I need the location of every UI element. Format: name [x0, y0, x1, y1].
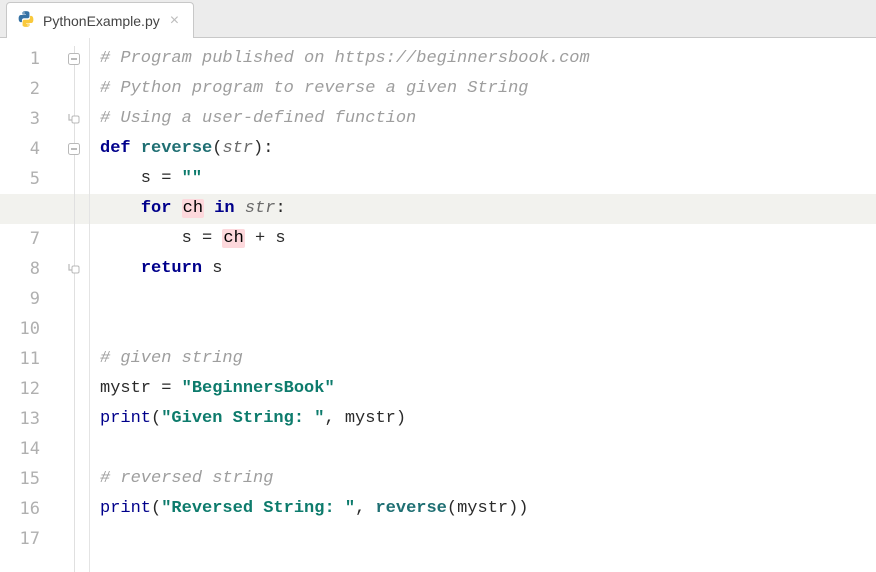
line-number: 12 [0, 374, 50, 404]
line-number: 3 [0, 104, 50, 134]
code-token: ( [151, 409, 161, 428]
code-token: ch [182, 199, 204, 218]
fold-toggle-icon[interactable] [67, 112, 81, 126]
code-line[interactable] [90, 314, 876, 344]
code-token: # Using a user-defined function [100, 109, 416, 128]
code-token: s = [100, 229, 222, 248]
code-token: "BeginnersBook" [182, 379, 335, 398]
code-token: , [355, 499, 375, 518]
code-token: for [141, 199, 182, 218]
code-token: ch [222, 229, 244, 248]
code-line[interactable] [90, 284, 876, 314]
fold-toggle-icon[interactable] [67, 52, 81, 66]
line-number: 2 [0, 74, 50, 104]
line-number: 1 [0, 44, 50, 74]
line-number: 16 [0, 494, 50, 524]
code-token [204, 199, 214, 218]
tab-bar: PythonExample.py × [0, 0, 876, 38]
fold-gutter [50, 38, 90, 572]
line-number: 5 [0, 164, 50, 194]
code-token: reverse [375, 499, 446, 518]
line-number: 4 [0, 134, 50, 164]
tab-filename: PythonExample.py [43, 13, 160, 29]
code-line[interactable]: s = ch + s [90, 224, 876, 254]
line-number: 10 [0, 314, 50, 344]
code-line[interactable]: # reversed string [90, 464, 876, 494]
code-line[interactable]: # given string [90, 344, 876, 374]
code-token: # given string [100, 349, 243, 368]
line-number: 11 [0, 344, 50, 374]
code-token: # Program published on https://beginners… [100, 49, 590, 68]
code-line[interactable] [90, 524, 876, 554]
code-line[interactable]: mystr = "BeginnersBook" [90, 374, 876, 404]
code-line[interactable]: # Python program to reverse a given Stri… [90, 74, 876, 104]
code-line[interactable]: def reverse(str): [90, 134, 876, 164]
code-token: ) [253, 139, 263, 158]
code-token: ( [151, 499, 161, 518]
code-token: print [100, 409, 151, 428]
fold-toggle-icon[interactable] [67, 262, 81, 276]
line-number: 8 [0, 254, 50, 284]
code-token: print [100, 499, 151, 518]
line-number: 15 [0, 464, 50, 494]
code-line[interactable]: print("Reversed String: ", reverse(mystr… [90, 494, 876, 524]
code-token: + s [245, 229, 286, 248]
code-token: def [100, 139, 141, 158]
line-number: 17 [0, 524, 50, 554]
code-token: # reversed string [100, 469, 273, 488]
code-token: str [222, 139, 253, 158]
code-token: str [245, 199, 276, 218]
file-tab[interactable]: PythonExample.py × [6, 2, 194, 38]
code-line[interactable]: # Using a user-defined function [90, 104, 876, 134]
code-line[interactable]: s = "" [90, 164, 876, 194]
code-token: : [275, 199, 285, 218]
code-token: "Given String: " [161, 409, 324, 428]
code-area[interactable]: # Program published on https://beginners… [90, 38, 876, 572]
code-line[interactable]: print("Given String: ", mystr) [90, 404, 876, 434]
code-token: : [263, 139, 273, 158]
close-tab-icon[interactable]: × [168, 13, 181, 29]
fold-toggle-icon[interactable] [67, 142, 81, 156]
code-token: mystr = [100, 379, 182, 398]
code-token [100, 259, 141, 278]
code-editor[interactable]: 1234567891011121314151617 # Program publ… [0, 38, 876, 572]
code-line[interactable]: for ch in str: [90, 194, 876, 224]
code-token: "" [182, 169, 202, 188]
code-token: reverse [141, 139, 212, 158]
code-token: "Reversed String: " [161, 499, 355, 518]
code-token: (mystr)) [447, 499, 529, 518]
code-line[interactable]: return s [90, 254, 876, 284]
code-token: return [141, 259, 212, 278]
code-token: in [214, 199, 245, 218]
code-token: ( [212, 139, 222, 158]
code-token: # Python program to reverse a given Stri… [100, 79, 528, 98]
code-token: s = [100, 169, 182, 188]
line-number: 14 [0, 434, 50, 464]
line-number: 13 [0, 404, 50, 434]
line-number: 7 [0, 224, 50, 254]
code-token [100, 199, 141, 218]
code-token: s [212, 259, 222, 278]
python-file-icon [17, 10, 35, 31]
code-token: , mystr) [324, 409, 406, 428]
line-number: 9 [0, 284, 50, 314]
code-line[interactable]: # Program published on https://beginners… [90, 44, 876, 74]
code-line[interactable] [90, 434, 876, 464]
line-number-gutter: 1234567891011121314151617 [0, 38, 50, 572]
